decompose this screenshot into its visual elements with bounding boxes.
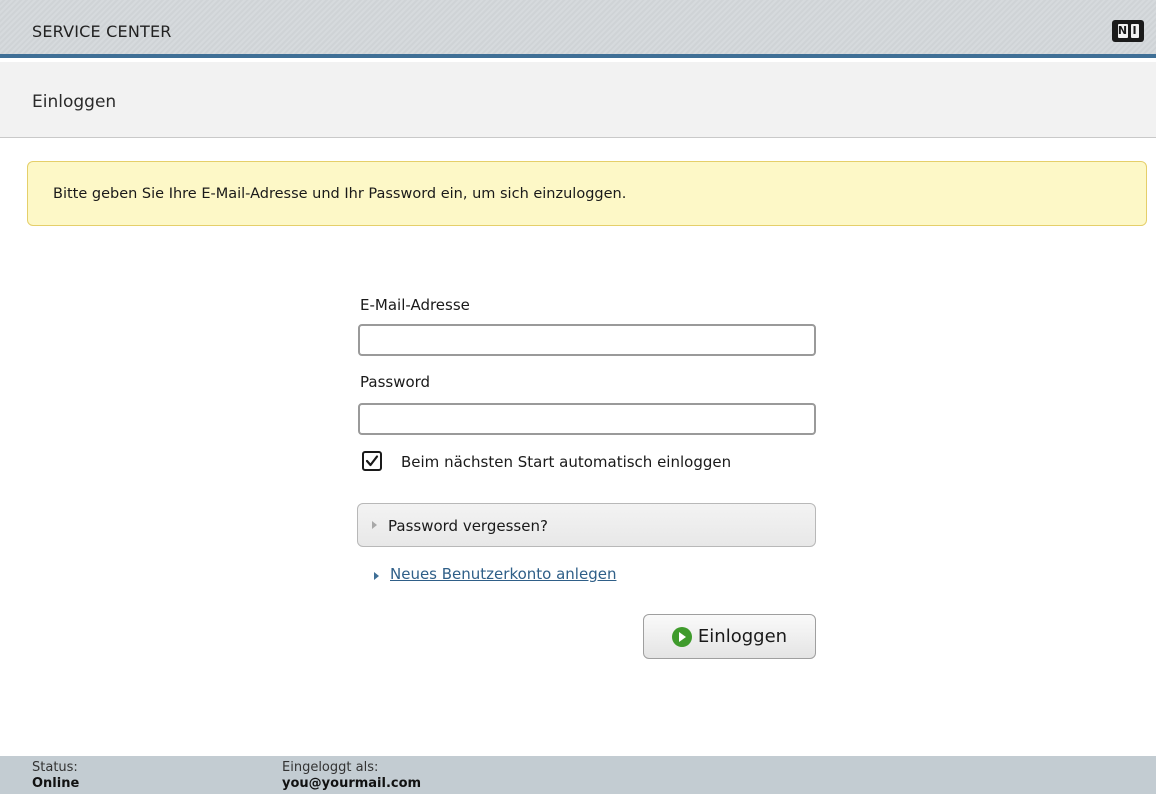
arrow-right-icon (374, 572, 379, 580)
login-button[interactable]: Einloggen (643, 614, 816, 659)
page-header: Einloggen (0, 62, 1156, 138)
forgot-password-expander[interactable]: Password vergessen? (357, 503, 816, 547)
page-title: Einloggen (32, 92, 117, 112)
password-input[interactable] (358, 403, 816, 435)
ni-logo-icon: N I (1112, 20, 1144, 42)
checkmark-icon (365, 455, 379, 467)
logged-in-value: you@yourmail.com (282, 776, 422, 791)
title-bar: SERVICE CENTER N I (0, 0, 1156, 58)
auto-login-checkbox[interactable] (362, 451, 382, 471)
ni-logo-i: I (1130, 24, 1139, 38)
forgot-password-label: Password vergessen? (388, 517, 548, 535)
notice-text: Bitte geben Sie Ihre E-Mail-Adresse und … (53, 186, 627, 202)
logged-in-label: Eingeloggt als: (282, 760, 379, 775)
info-notice: Bitte geben Sie Ihre E-Mail-Adresse und … (27, 161, 1147, 226)
auto-login-label[interactable]: Beim nächsten Start automatisch einlogge… (401, 453, 731, 471)
status-bar: Status: Online Eingeloggt als: you@yourm… (0, 756, 1156, 794)
new-account-link[interactable]: Neues Benutzerkonto anlegen (390, 565, 616, 583)
status-value: Online (32, 776, 80, 791)
service-center-window: SERVICE CENTER N I Einloggen Bitte geben… (0, 0, 1156, 794)
expand-arrow-icon (372, 521, 377, 529)
email-label: E-Mail-Adresse (360, 296, 470, 314)
status-label: Status: (32, 760, 78, 775)
password-label: Password (360, 373, 431, 391)
login-button-label: Einloggen (697, 626, 788, 647)
play-icon (671, 626, 692, 647)
window-title: SERVICE CENTER (32, 22, 172, 41)
ni-logo-n: N (1117, 24, 1128, 38)
email-input[interactable] (358, 324, 816, 356)
